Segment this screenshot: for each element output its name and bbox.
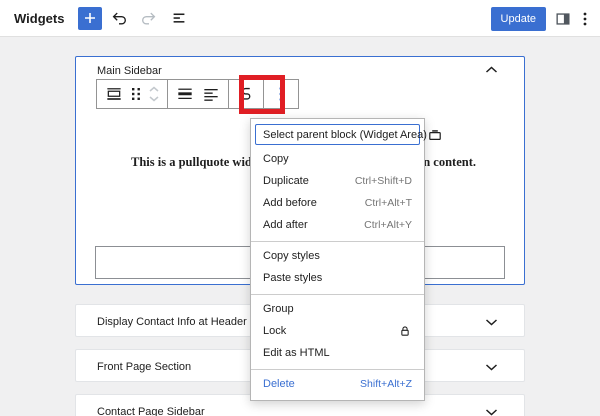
widget-area-icon (427, 127, 443, 143)
panel-title: Main Sidebar (97, 65, 162, 77)
top-more-options-button[interactable] (572, 6, 598, 32)
block-toolbar (96, 79, 299, 109)
redo-icon (140, 9, 158, 27)
list-view-button[interactable] (166, 5, 192, 31)
panel-title: Front Page Section (97, 361, 191, 373)
shortcut-label: Shift+Alt+Z (360, 378, 412, 390)
text-align-icon[interactable] (198, 81, 224, 107)
menu-section-block-actions: Select parent block (Widget Area) Copy D… (251, 119, 424, 242)
sidebar-toggle-icon (554, 10, 572, 28)
chevron-down-icon (485, 408, 498, 416)
toolbar-group-block (97, 80, 168, 108)
block-options-menu: Select parent block (Widget Area) Copy D… (250, 118, 425, 401)
shortcut-label: Ctrl+Alt+Y (364, 219, 412, 231)
menu-item-edit-as-html[interactable]: Edit as HTML (251, 342, 424, 364)
block-mover-buttons[interactable] (145, 81, 163, 107)
undo-button[interactable] (106, 5, 132, 31)
align-icon[interactable] (172, 81, 198, 107)
lock-icon (398, 324, 412, 338)
panel-title: Display Contact Info at Header (97, 316, 247, 328)
toolbar-group-align (168, 80, 229, 108)
move-up-icon (148, 85, 160, 103)
redo-button[interactable] (136, 5, 162, 31)
undo-icon (110, 9, 128, 27)
panel-title: Contact Page Sidebar (97, 406, 205, 416)
menu-item-copy[interactable]: Copy (251, 148, 424, 170)
pullquote-block-icon[interactable] (101, 81, 127, 107)
menu-item-select-parent-block[interactable]: Select parent block (Widget Area) (255, 124, 420, 145)
drag-handle-icon[interactable] (127, 81, 145, 107)
menu-item-add-after[interactable]: Add after Ctrl+Alt+Y (251, 214, 424, 236)
menu-item-delete[interactable]: Delete Shift+Alt+Z (251, 373, 424, 395)
menu-item-add-before[interactable]: Add before Ctrl+Alt+T (251, 192, 424, 214)
add-block-button[interactable] (78, 7, 102, 30)
menu-section-delete: Delete Shift+Alt+Z (251, 370, 424, 400)
update-button[interactable]: Update (491, 7, 546, 31)
shortcut-label: Ctrl+Alt+T (365, 197, 412, 209)
menu-item-paste-styles[interactable]: Paste styles (251, 267, 424, 289)
menu-item-group[interactable]: Group (251, 298, 424, 320)
list-view-icon (170, 9, 188, 27)
main-sidebar-panel-header[interactable]: Main Sidebar (76, 57, 524, 79)
menu-item-copy-styles[interactable]: Copy styles (251, 245, 424, 267)
move-to-widget-area-icon[interactable] (233, 81, 259, 107)
kebab-menu-icon (577, 11, 593, 27)
chevron-down-icon (485, 363, 498, 371)
pullquote-text-right: on content. (417, 155, 476, 170)
chevron-up-icon (485, 66, 498, 74)
menu-section-styles: Copy styles Paste styles (251, 242, 424, 295)
menu-item-duplicate[interactable]: Duplicate Ctrl+Shift+D (251, 170, 424, 192)
options-icon[interactable] (268, 81, 294, 107)
menu-item-lock[interactable]: Lock (251, 320, 424, 342)
page-title: Widgets (14, 11, 64, 26)
widgets-editor-screen: Widgets Update (0, 0, 600, 416)
plus-icon (82, 10, 98, 26)
toolbar-group-options (264, 80, 298, 108)
top-bar: Widgets Update (0, 0, 600, 37)
menu-section-organize: Group Lock Edit as HTML (251, 295, 424, 370)
chevron-down-icon (485, 318, 498, 326)
toolbar-group-move (229, 80, 264, 108)
shortcut-label: Ctrl+Shift+D (355, 175, 412, 187)
